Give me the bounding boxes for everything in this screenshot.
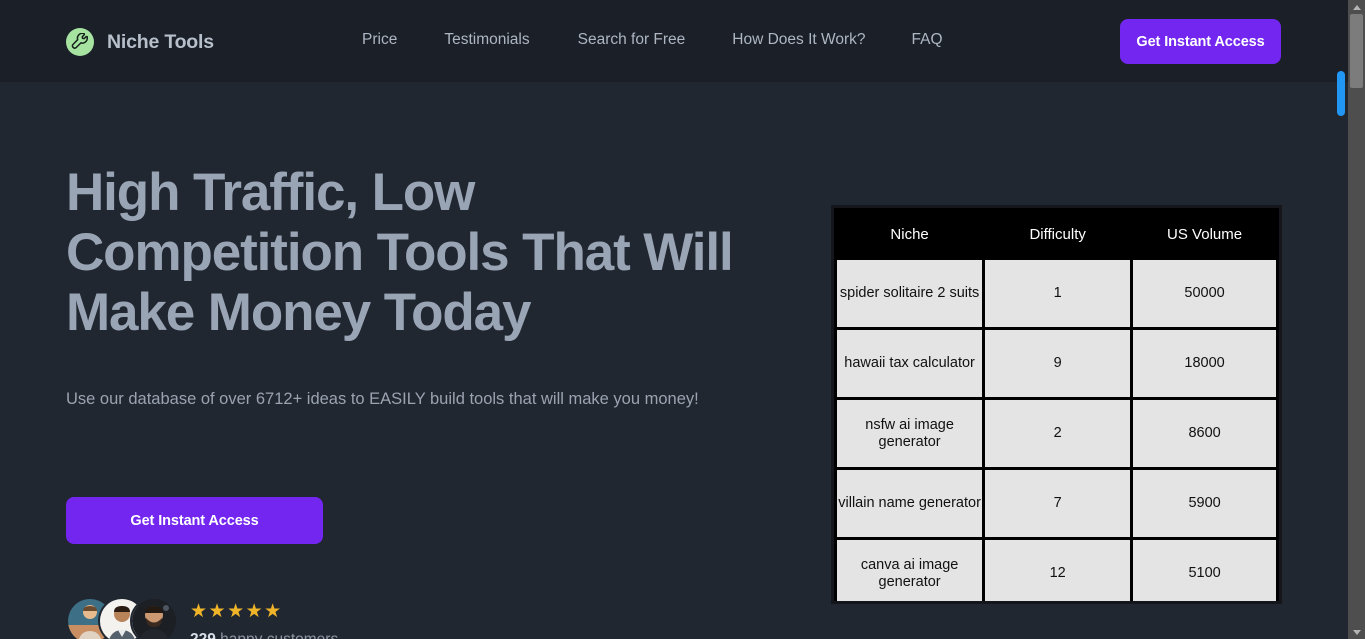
customer-count-label: happy customers (216, 631, 338, 639)
cell-niche: hawaii tax calculator (837, 330, 983, 397)
landing-page: Niche Tools Price Testimonials Search fo… (0, 0, 1348, 639)
nav-link-search-for-free[interactable]: Search for Free (578, 31, 686, 49)
avatar (130, 597, 178, 639)
social-proof: ★★★★★ 229 happy customers (66, 597, 338, 639)
vertical-scrollbar[interactable] (1348, 0, 1365, 639)
focus-highlight-marker (1337, 71, 1345, 116)
table-row: hawaii tax calculator 9 18000 (837, 330, 1276, 397)
cell-niche: canva ai image generator (837, 540, 983, 601)
star-rating-icon: ★★★★★ (190, 601, 283, 622)
niche-results-table: Niche Difficulty US Volume spider solita… (831, 205, 1282, 604)
primary-nav: Price Testimonials Search for Free How D… (362, 31, 943, 49)
table-row: spider solitaire 2 suits 1 50000 (837, 260, 1276, 327)
cell-difficulty: 1 (985, 260, 1131, 327)
table-row: canva ai image generator 12 5100 (837, 540, 1276, 601)
table-row: nsfw ai image generator 2 8600 (837, 400, 1276, 467)
brand-name: Niche Tools (107, 30, 214, 53)
scroll-down-arrow-icon[interactable] (1348, 625, 1365, 639)
header-get-instant-access-button[interactable]: Get Instant Access (1120, 19, 1281, 64)
brand-logo-link[interactable]: Niche Tools (66, 28, 214, 56)
hero-get-instant-access-button[interactable]: Get Instant Access (66, 497, 323, 544)
column-header-us-volume: US Volume (1133, 211, 1276, 257)
scrollbar-thumb[interactable] (1350, 14, 1363, 88)
column-header-niche: Niche (837, 211, 983, 257)
cell-difficulty: 12 (985, 540, 1131, 601)
cell-niche: nsfw ai image generator (837, 400, 983, 467)
customer-count-value: 229 (190, 631, 216, 639)
cell-niche: villain name generator (837, 470, 983, 537)
cell-difficulty: 2 (985, 400, 1131, 467)
nav-link-faq[interactable]: FAQ (912, 31, 943, 49)
wrench-icon (66, 28, 94, 56)
nav-link-how-does-it-work[interactable]: How Does It Work? (732, 31, 865, 49)
cell-volume: 8600 (1133, 400, 1276, 467)
page-title: High Traffic, Low Competition Tools That… (66, 163, 734, 342)
cell-niche: spider solitaire 2 suits (837, 260, 983, 327)
happy-customers-count: 229 happy customers (190, 630, 338, 639)
cell-difficulty: 9 (985, 330, 1131, 397)
nav-link-price[interactable]: Price (362, 31, 397, 49)
cell-volume: 18000 (1133, 330, 1276, 397)
avatar-group (66, 597, 184, 639)
cell-volume: 5100 (1133, 540, 1276, 601)
cell-volume: 5900 (1133, 470, 1276, 537)
table-row: villain name generator 7 5900 (837, 470, 1276, 537)
column-header-difficulty: Difficulty (985, 211, 1131, 257)
browser-viewport: Niche Tools Price Testimonials Search fo… (0, 0, 1365, 639)
cell-volume: 50000 (1133, 260, 1276, 327)
nav-link-testimonials[interactable]: Testimonials (444, 31, 529, 49)
proof-text: ★★★★★ 229 happy customers (190, 597, 338, 639)
site-header: Niche Tools Price Testimonials Search fo… (0, 0, 1348, 82)
table-header-row: Niche Difficulty US Volume (837, 211, 1276, 257)
hero-subtitle: Use our database of over 6712+ ideas to … (66, 390, 699, 408)
scroll-up-arrow-icon[interactable] (1348, 0, 1365, 14)
cell-difficulty: 7 (985, 470, 1131, 537)
